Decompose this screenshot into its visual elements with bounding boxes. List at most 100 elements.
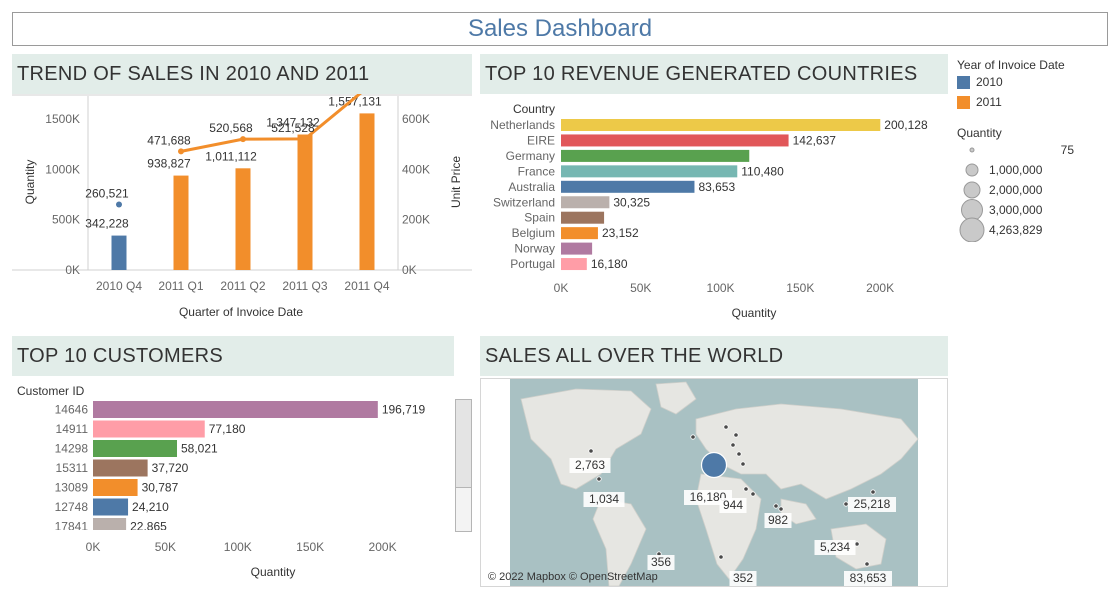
customers-svg-value-label: 24,210 [132,500,169,514]
legend-item-2010[interactable]: 2010 [957,72,1107,92]
trend-bar [359,113,375,270]
map-point [723,424,729,430]
customers-svg-xtick: 200K [369,540,397,554]
map-label: 5,234 [820,540,850,554]
countries-svg-bar [561,165,738,178]
trend-bar [235,168,251,270]
map-point [736,451,742,457]
legend-label-2011: 2011 [976,95,1002,109]
size-legend-label: 2,000,000 [989,183,1043,197]
map-point [773,503,779,509]
trend-bar [173,175,189,270]
trend-y2tick: 400K [402,162,430,176]
map-point [690,434,696,440]
trend-xtick: 2010 Q4 [96,279,142,293]
trend-y2tick: 600K [402,112,430,126]
customers-svg-category: 12748 [55,500,89,514]
customers-svg-category: 13089 [55,481,89,495]
countries-svg-xtick: 50K [630,281,651,295]
countries-svg-bar [561,149,750,162]
map-point [778,506,784,512]
size-legend-circle [963,181,981,199]
size-legend-circle [969,147,975,153]
countries-svg-bar [561,258,587,271]
trend-y2label: Unit Price [449,156,463,208]
countries-svg-category: Germany [506,149,555,163]
map-label: 1,034 [589,492,619,506]
map-label: 982 [768,513,788,527]
world-map-frame: 2,763 1,034 16,180 944 982 25,218 5,234 356 352 8… [480,378,948,587]
countries-svg-category: EIRE [527,133,555,147]
trend-point-label: 520,568 [209,121,253,135]
trend-xlabel: Quarter of Invoice Date [179,305,303,319]
customers-svg-bar [93,498,129,516]
customers-svg-ytitle: Customer ID [17,384,85,398]
trend-unitprice-point [116,201,122,208]
legend-item-2011[interactable]: 2011 [957,92,1107,112]
customers-svg-xtick: 50K [155,540,176,554]
world-panel-title: SALES ALL OVER THE WORLD [480,336,948,376]
countries-svg-bar [561,242,593,255]
map-point [596,476,602,482]
trend-xtick: 2011 Q2 [220,279,265,293]
customers-svg-bar [93,479,138,496]
countries-svg-ytitle: Country [513,102,555,116]
customers-svg-category: 15311 [56,461,89,475]
countries-svg-xtick: 100K [707,281,735,295]
countries-svg-value-label: 110,480 [741,164,784,178]
legend-size-title: Quantity [957,126,1002,140]
trend-ytick: 500K [52,213,80,227]
legend-color-title: Year of Invoice Date [957,58,1065,72]
customers-svg-value-label: 77,180 [209,422,246,436]
size-legend-label: 1,000,000 [989,163,1043,177]
trend-ytick: 0K [65,263,80,277]
trend-xtick: 2011 Q4 [344,279,389,293]
map-label: 352 [733,571,753,585]
countries-svg-category: Australia [508,180,555,194]
countries-svg-bar [561,227,598,240]
customers-panel-title: TOP 10 CUSTOMERS [12,336,454,376]
customers-svg-value-label: 196,719 [382,403,426,417]
trend-unitprice-point [240,136,246,143]
map-point [730,442,736,448]
countries-svg-xtick: 150K [786,281,814,295]
map-label: 356 [651,555,671,569]
countries-svg-xtick: 200K [866,281,894,295]
size-legend: 75 1,000,000 2,000,000 3,000,000 4,263,829 [959,143,1075,242]
map-bubble-uk [700,451,728,479]
legend-label-2010: 2010 [976,75,1003,89]
map-point [743,486,749,492]
map-point [733,432,739,438]
trend-ytick: 1500K [45,112,80,126]
customers-scroll-thumb[interactable] [456,400,471,488]
legend: Year of Invoice Date 2010 2011 [957,58,1107,112]
countries-svg-category: Belgium [512,226,555,240]
size-legend-circle [961,199,983,221]
countries-svg-value-label: 142,637 [793,133,837,147]
trend-unitprice-point [302,135,308,142]
map-point [740,461,746,467]
countries-svg-bar [561,196,610,209]
trend-ytick: 1000K [45,162,80,176]
map-label: 2,763 [575,458,605,472]
map-label: 944 [723,498,743,512]
countries-svg-bar [561,119,881,131]
trend-unitprice-point [178,148,184,155]
trend-bar [297,134,313,270]
trend-bar-label: 938,827 [147,157,191,171]
countries-svg-value-label: 30,325 [613,195,650,209]
customers-svg-value-label: 30,787 [142,481,179,495]
map-label: 83,653 [850,571,887,585]
size-legend-label: 75 [1061,143,1075,157]
customers-svg-xtick: 100K [224,540,252,554]
countries-svg-category: Switzerland [493,195,555,209]
world-map[interactable]: 2,7631,034 16,18094498225,2185,234356352 8… [481,379,947,587]
trend-point-label: 260,521 [85,186,129,200]
customers-svg-bar [93,440,178,457]
map-attribution: © 2022 Mapbox © OpenStreetMap [488,571,658,583]
map-point [864,561,870,567]
customers-svg-value-label: 37,720 [152,461,189,475]
customers-scrollbar[interactable] [455,399,472,532]
countries-svg-value-label: 83,653 [698,180,735,194]
size-legend-label: 4,263,829 [989,223,1043,237]
